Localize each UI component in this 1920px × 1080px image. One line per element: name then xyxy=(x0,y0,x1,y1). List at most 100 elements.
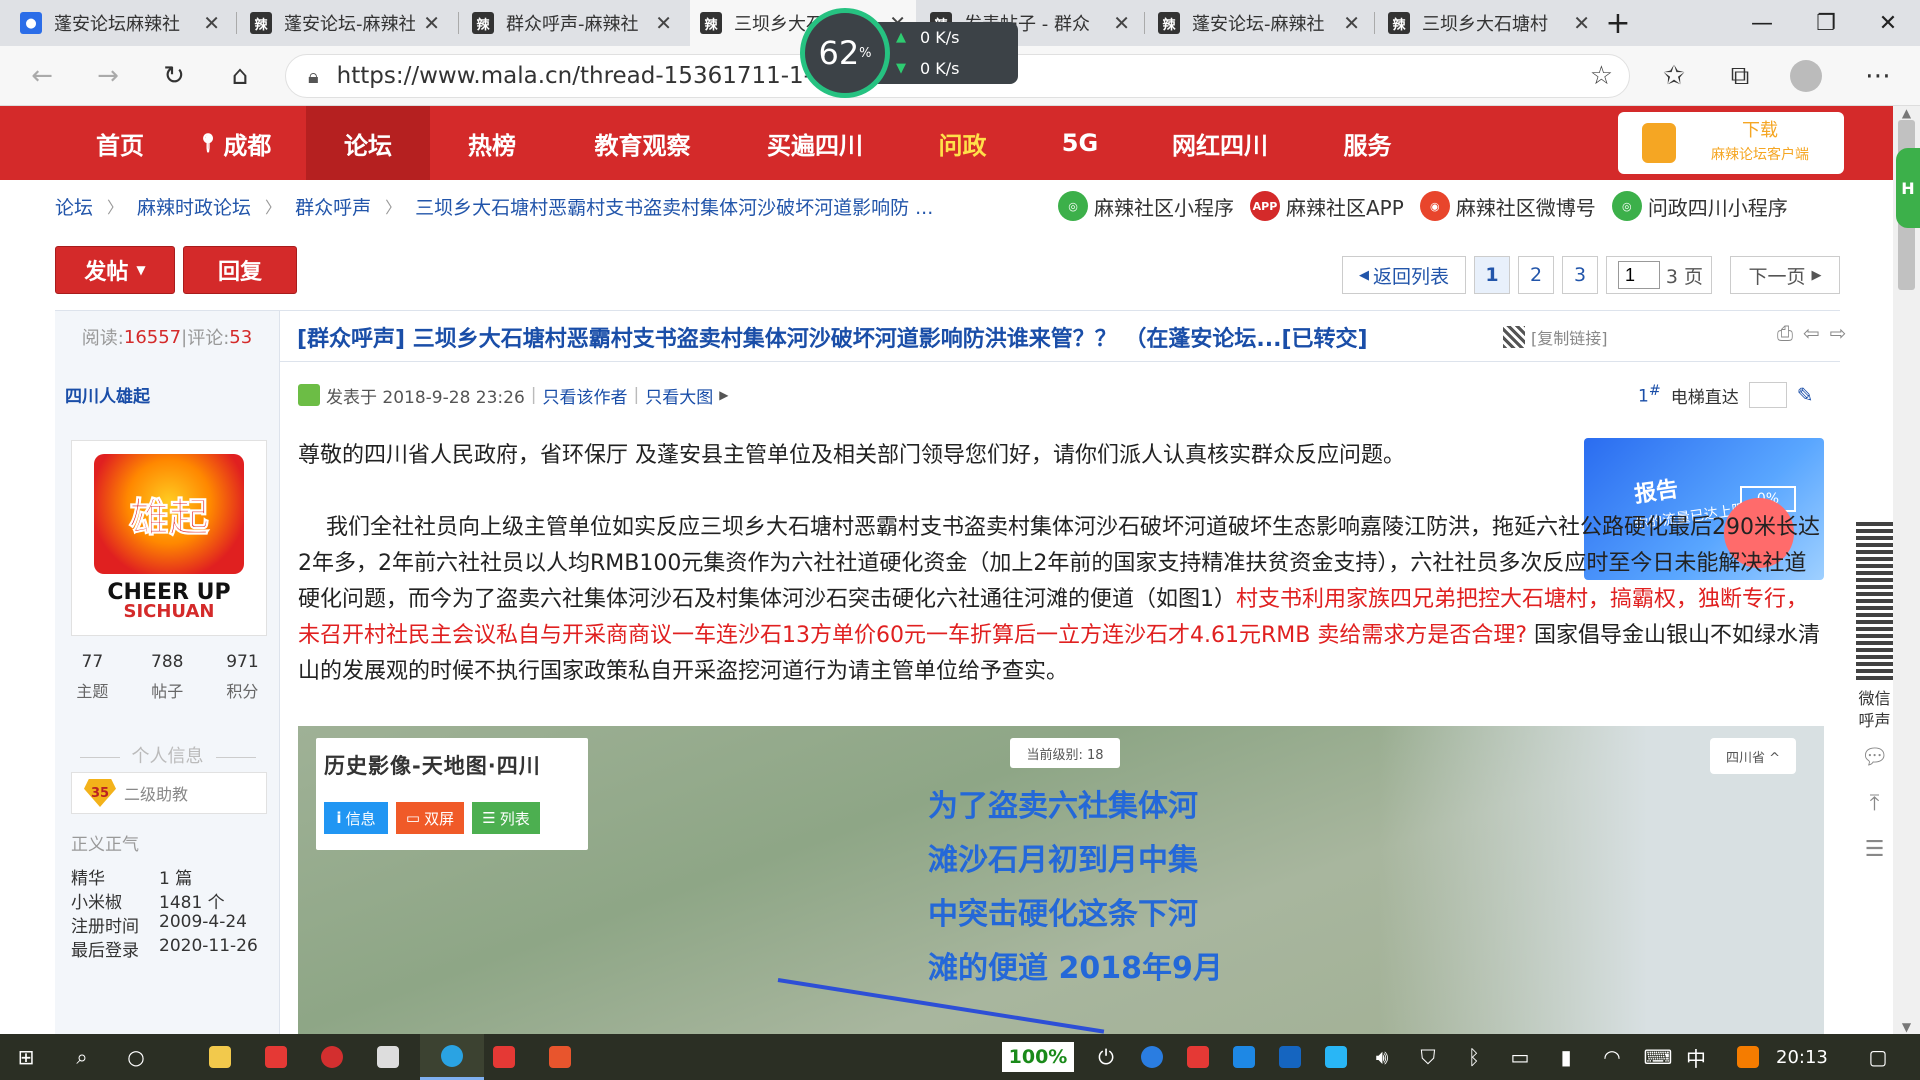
floating-edge-button[interactable]: H xyxy=(1896,148,1920,228)
thread-title[interactable]: [群众呼声] 三坝乡大石塘村恶霸村支书盗卖村集体河沙破坏河道影响防洪谁来管？？ … xyxy=(297,311,1368,363)
quick-link-mini-program[interactable]: ◎ 麻辣社区小程序 xyxy=(1058,191,1234,221)
volume-icon[interactable]: 🔊︎ xyxy=(1356,1034,1408,1080)
copy-link[interactable]: [复制链接] xyxy=(1503,311,1608,363)
windows-start-icon[interactable]: ⊞ xyxy=(0,1034,52,1080)
stat-points[interactable]: 971 积分 xyxy=(226,652,258,702)
mail-app-icon[interactable] xyxy=(250,1034,302,1080)
page-2[interactable]: 2 xyxy=(1518,256,1554,294)
forward-arrow-icon[interactable]: → xyxy=(88,56,128,96)
minimize-button[interactable]: — xyxy=(1730,0,1794,46)
scroll-down-arrow-icon[interactable]: ▼ xyxy=(1893,1020,1920,1034)
scroll-up-arrow-icon[interactable]: ▲ xyxy=(1893,106,1920,120)
next-page-button[interactable]: 下一页 ▶ xyxy=(1730,256,1840,294)
home-icon[interactable]: ⌂ xyxy=(220,56,260,96)
keyboard-icon[interactable]: ⌨ xyxy=(1632,1034,1684,1080)
close-icon[interactable]: ✕ xyxy=(203,11,220,35)
stat-posts[interactable]: 788 帖子 xyxy=(151,652,183,702)
tray-app-icon[interactable] xyxy=(1264,1034,1316,1080)
next-thread-icon[interactable]: ⇨ xyxy=(1830,321,1847,345)
favorite-star-icon[interactable]: ☆ xyxy=(1590,61,1613,91)
nav-service[interactable]: 服务 xyxy=(1315,106,1420,180)
browser-tab[interactable]: 辣 群众呼声-麻辣社 ✕ xyxy=(462,0,682,46)
page-jump-input[interactable] xyxy=(1618,261,1660,289)
breadcrumb-item[interactable]: 三坝乡大石塘村恶霸村支书盗卖村集体河沙破坏河道影响防 ... xyxy=(415,193,933,220)
nav-shopping[interactable]: 买遍四川 xyxy=(740,106,890,180)
shield-icon[interactable]: ⛉ xyxy=(1402,1034,1454,1080)
breadcrumb-item[interactable]: 群众呼声 xyxy=(295,193,371,220)
collections-icon[interactable]: ⧉ xyxy=(1720,56,1760,96)
close-icon[interactable]: ✕ xyxy=(423,11,440,35)
input-method-indicator[interactable]: 中 xyxy=(1686,1034,1706,1080)
notification-icon[interactable]: ▢ xyxy=(1852,1034,1904,1080)
nav-education[interactable]: 教育观察 xyxy=(570,106,715,180)
only-images-link[interactable]: 只看大图 xyxy=(645,383,713,408)
favorites-list-icon[interactable]: ✩ xyxy=(1654,56,1694,96)
nav-5g[interactable]: 5G xyxy=(1030,106,1130,180)
comment-icon[interactable]: 💬︎ xyxy=(1856,736,1893,778)
wifi-icon[interactable]: ◠ xyxy=(1586,1034,1638,1080)
quick-link-weibo[interactable]: ◉ 麻辣社区微博号 xyxy=(1419,191,1596,221)
close-icon[interactable]: ✕ xyxy=(1113,11,1130,35)
input-app-icon[interactable] xyxy=(1722,1034,1774,1080)
nav-hot[interactable]: 热榜 xyxy=(440,106,544,180)
stat-topics[interactable]: 77 主题 xyxy=(76,652,108,702)
plug-icon[interactable]: ⏻ xyxy=(1080,1034,1132,1080)
new-post-button[interactable]: 发帖 ▼ xyxy=(55,246,175,294)
previous-thread-icon[interactable]: ⇦ xyxy=(1803,321,1820,345)
app-cube-icon[interactable] xyxy=(306,1034,358,1080)
breadcrumb-item[interactable]: 麻辣时政论坛 xyxy=(137,193,251,220)
edge-browser-icon[interactable] xyxy=(420,1034,484,1080)
mala-app-icon[interactable] xyxy=(478,1034,530,1080)
page-3[interactable]: 3 xyxy=(1562,256,1598,294)
tray-app-icon[interactable] xyxy=(1126,1034,1178,1080)
reply-button[interactable]: 回复 xyxy=(183,246,297,294)
close-window-button[interactable]: ✕ xyxy=(1856,0,1920,46)
chevron-right-icon[interactable]: ▶ xyxy=(719,388,728,402)
list-icon[interactable]: ☰ xyxy=(1856,828,1893,870)
nav-chengdu[interactable]: 📍︎ 成都 xyxy=(180,106,288,180)
only-author-link[interactable]: 只看该作者 xyxy=(543,383,628,408)
profile-avatar-icon[interactable] xyxy=(1786,56,1826,96)
nav-home[interactable]: 首页 xyxy=(66,106,174,180)
qr-code-icon[interactable] xyxy=(1503,326,1525,348)
refresh-icon[interactable]: ↻ xyxy=(154,56,194,96)
nav-forum[interactable]: 论坛 xyxy=(306,106,430,180)
search-icon[interactable]: ⌕ xyxy=(56,1034,108,1080)
tray-app-icon[interactable] xyxy=(1310,1034,1362,1080)
pen-icon[interactable]: ✎ xyxy=(1797,383,1814,407)
browser-tab[interactable]: 辣 蓬安论坛-麻辣社 ✕ xyxy=(1148,0,1370,46)
author-name[interactable]: 四川人雄起 xyxy=(65,382,150,407)
back-to-top-icon[interactable]: ⤒ xyxy=(1856,782,1893,824)
page-scrollbar[interactable]: ▲ ▼ xyxy=(1893,106,1920,1034)
restore-button[interactable]: ❐ xyxy=(1794,0,1858,46)
monitor-icon[interactable]: ▭ xyxy=(1494,1034,1546,1080)
page-1[interactable]: 1 xyxy=(1474,256,1510,294)
close-icon[interactable]: ✕ xyxy=(1343,11,1360,35)
print-icon[interactable]: ⎙ xyxy=(1777,321,1793,345)
avatar[interactable]: 雄起 CHEER UP SICHUAN xyxy=(71,440,267,636)
browser-tab[interactable]: 辣 蓬安论坛-麻辣社 ✕ xyxy=(240,0,450,46)
task-view-icon[interactable]: ○ xyxy=(110,1034,162,1080)
post-image-satellite-map[interactable]: 历史影像-天地图·四川 i 信息 ▭ 双屏 ☰ 列表 当前级别: 18 四川省 ^ 为… xyxy=(298,726,1824,1034)
download-app-button[interactable]: 下载 麻辣论坛客户端 xyxy=(1618,112,1844,174)
battery-icon[interactable]: ▮ xyxy=(1540,1034,1592,1080)
browser-tab[interactable]: 辣 三坝乡大石塘村 ✕ xyxy=(1378,0,1600,46)
network-speed-widget[interactable]: ▲ 0 K/s ▼ 0 K/s 62% xyxy=(800,8,1018,98)
nav-wenzheng[interactable]: 问政 xyxy=(910,106,1015,180)
elevator-input[interactable] xyxy=(1748,382,1787,408)
breadcrumb-item[interactable]: 论坛 xyxy=(55,193,93,220)
wechat-qr-code-icon[interactable] xyxy=(1856,520,1893,680)
back-to-list-button[interactable]: ◀ 返回列表 xyxy=(1342,256,1466,294)
browser-tab[interactable]: ● 蓬安论坛麻辣社 ✕ xyxy=(10,0,230,46)
quick-link-wenzheng[interactable]: ◎ 问政四川小程序 xyxy=(1611,191,1788,221)
new-tab-button[interactable]: + xyxy=(1586,0,1650,46)
nav-influencer[interactable]: 网红四川 xyxy=(1150,106,1290,180)
document-app-icon[interactable] xyxy=(534,1034,586,1080)
store-icon[interactable] xyxy=(362,1034,414,1080)
tray-app-icon[interactable] xyxy=(1218,1034,1270,1080)
system-clock[interactable]: 20:13 xyxy=(1776,1034,1828,1080)
quick-link-app[interactable]: APP 麻辣社区APP xyxy=(1250,191,1404,221)
close-icon[interactable]: ✕ xyxy=(655,11,672,35)
back-arrow-icon[interactable]: ← xyxy=(22,56,62,96)
bluetooth-icon[interactable]: ᛒ xyxy=(1448,1034,1500,1080)
